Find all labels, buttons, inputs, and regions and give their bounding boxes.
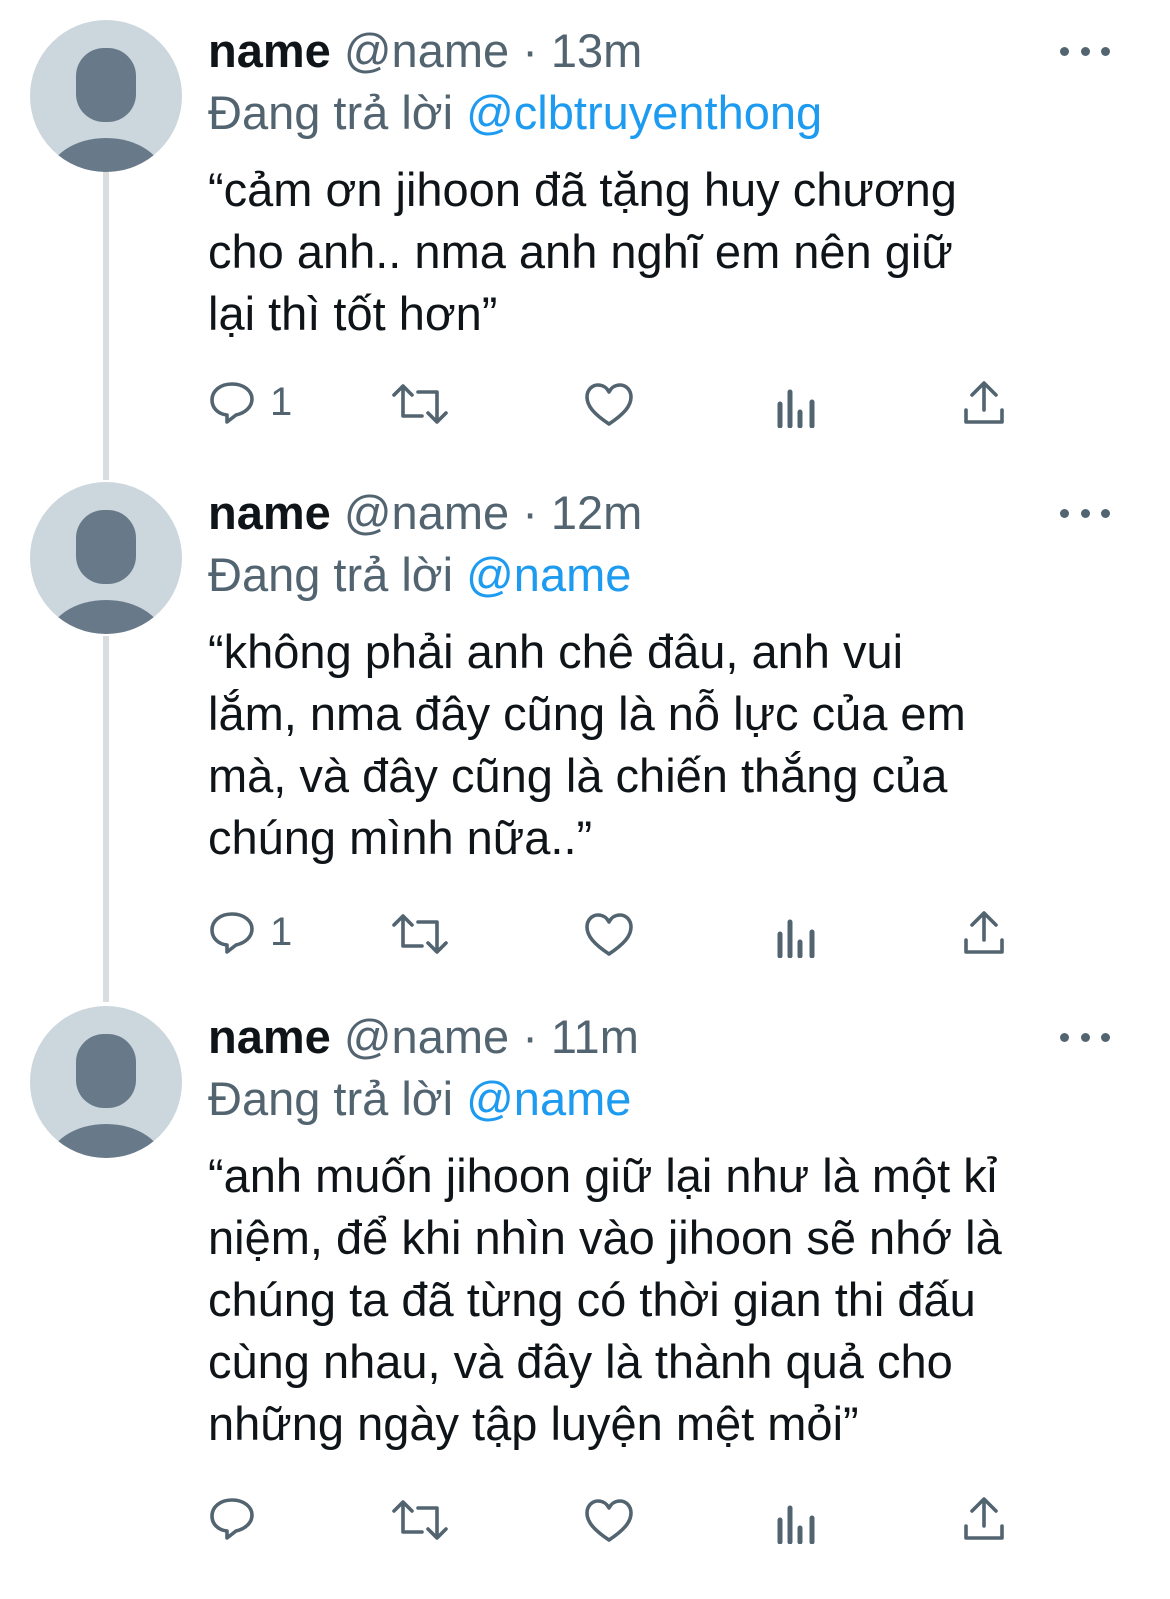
tweet-text: “không phải anh chê đâu, anh vui lắm, nm… <box>208 625 966 864</box>
like-button[interactable] <box>584 382 634 428</box>
analytics-button[interactable] <box>776 1504 818 1544</box>
default-profile-icon <box>48 48 164 172</box>
share-button[interactable] <box>962 910 1006 956</box>
replying-to: Đang trả lời @name <box>208 1068 1128 1130</box>
tweet-actions: 1 <box>0 908 1170 968</box>
reply-count: 1 <box>270 379 293 424</box>
separator-dot: · <box>522 486 538 539</box>
share-icon <box>964 1497 1004 1540</box>
replying-to-label: Đang trả lời <box>208 86 454 139</box>
timestamp[interactable]: 12m <box>551 486 642 539</box>
mention-link[interactable]: @name <box>466 1072 631 1125</box>
timestamp[interactable]: 11m <box>551 1010 639 1063</box>
reply-icon <box>210 382 254 424</box>
more-options-icon[interactable] <box>1060 1022 1110 1052</box>
mention-link[interactable]: @name <box>466 548 631 601</box>
handle[interactable]: @name <box>344 486 509 539</box>
separator-dot: · <box>522 1010 538 1063</box>
replying-to: Đang trả lời @clbtruyenthong <box>208 82 1128 144</box>
tweet-actions <box>0 1494 1170 1554</box>
share-button[interactable] <box>962 1496 1006 1542</box>
like-icon <box>585 1499 633 1542</box>
tweet-text: “anh muốn jihoon giữ lại như là một kỉ n… <box>208 1149 1002 1450</box>
reply-count: 1 <box>270 909 293 954</box>
replying-to: Đang trả lời @name <box>208 544 1128 606</box>
reply-icon <box>210 1498 254 1540</box>
analytics-icon <box>777 389 815 428</box>
display-name[interactable]: name <box>208 24 331 77</box>
avatar[interactable] <box>30 482 182 634</box>
more-options-icon[interactable] <box>1060 498 1110 528</box>
analytics-icon <box>777 919 815 958</box>
separator-dot: · <box>522 24 538 77</box>
timestamp[interactable]: 13m <box>551 24 642 77</box>
display-name[interactable]: name <box>208 486 331 539</box>
replying-to-label: Đang trả lời <box>208 1072 454 1125</box>
replying-to-label: Đang trả lời <box>208 548 454 601</box>
retweet-icon <box>392 914 448 954</box>
share-icon <box>964 381 1004 424</box>
mention-link[interactable]: @clbtruyenthong <box>466 86 822 139</box>
tweet-text: “cảm ơn jihoon đã tặng huy chương cho an… <box>208 163 957 340</box>
tweet-header: name @name · 12m <box>208 482 1128 544</box>
tweet-header: name @name · 11m <box>208 1006 1128 1068</box>
retweet-icon <box>392 384 448 424</box>
tweet-header: name @name · 13m <box>208 20 1128 82</box>
tweet-actions: 1 <box>0 378 1170 438</box>
retweet-button[interactable] <box>392 912 448 956</box>
default-profile-icon <box>48 1034 164 1158</box>
retweet-icon <box>392 1500 448 1540</box>
like-icon <box>585 913 633 956</box>
share-button[interactable] <box>962 380 1006 426</box>
like-icon <box>585 383 633 426</box>
default-profile-icon <box>48 510 164 634</box>
more-options-icon[interactable] <box>1060 36 1110 66</box>
retweet-button[interactable] <box>392 1498 448 1542</box>
analytics-button[interactable] <box>776 918 818 958</box>
reply-icon <box>210 912 254 954</box>
analytics-button[interactable] <box>776 388 818 428</box>
like-button[interactable] <box>584 1498 634 1544</box>
handle[interactable]: @name <box>344 24 509 77</box>
avatar[interactable] <box>30 20 182 172</box>
avatar[interactable] <box>30 1006 182 1158</box>
display-name[interactable]: name <box>208 1010 331 1063</box>
reply-button[interactable] <box>208 1494 270 1542</box>
like-button[interactable] <box>584 912 634 958</box>
retweet-button[interactable] <box>392 382 448 426</box>
share-icon <box>964 911 1004 954</box>
analytics-icon <box>777 1505 815 1544</box>
reply-button[interactable]: 1 <box>208 908 292 956</box>
reply-button[interactable]: 1 <box>208 378 292 426</box>
handle[interactable]: @name <box>344 1010 509 1063</box>
